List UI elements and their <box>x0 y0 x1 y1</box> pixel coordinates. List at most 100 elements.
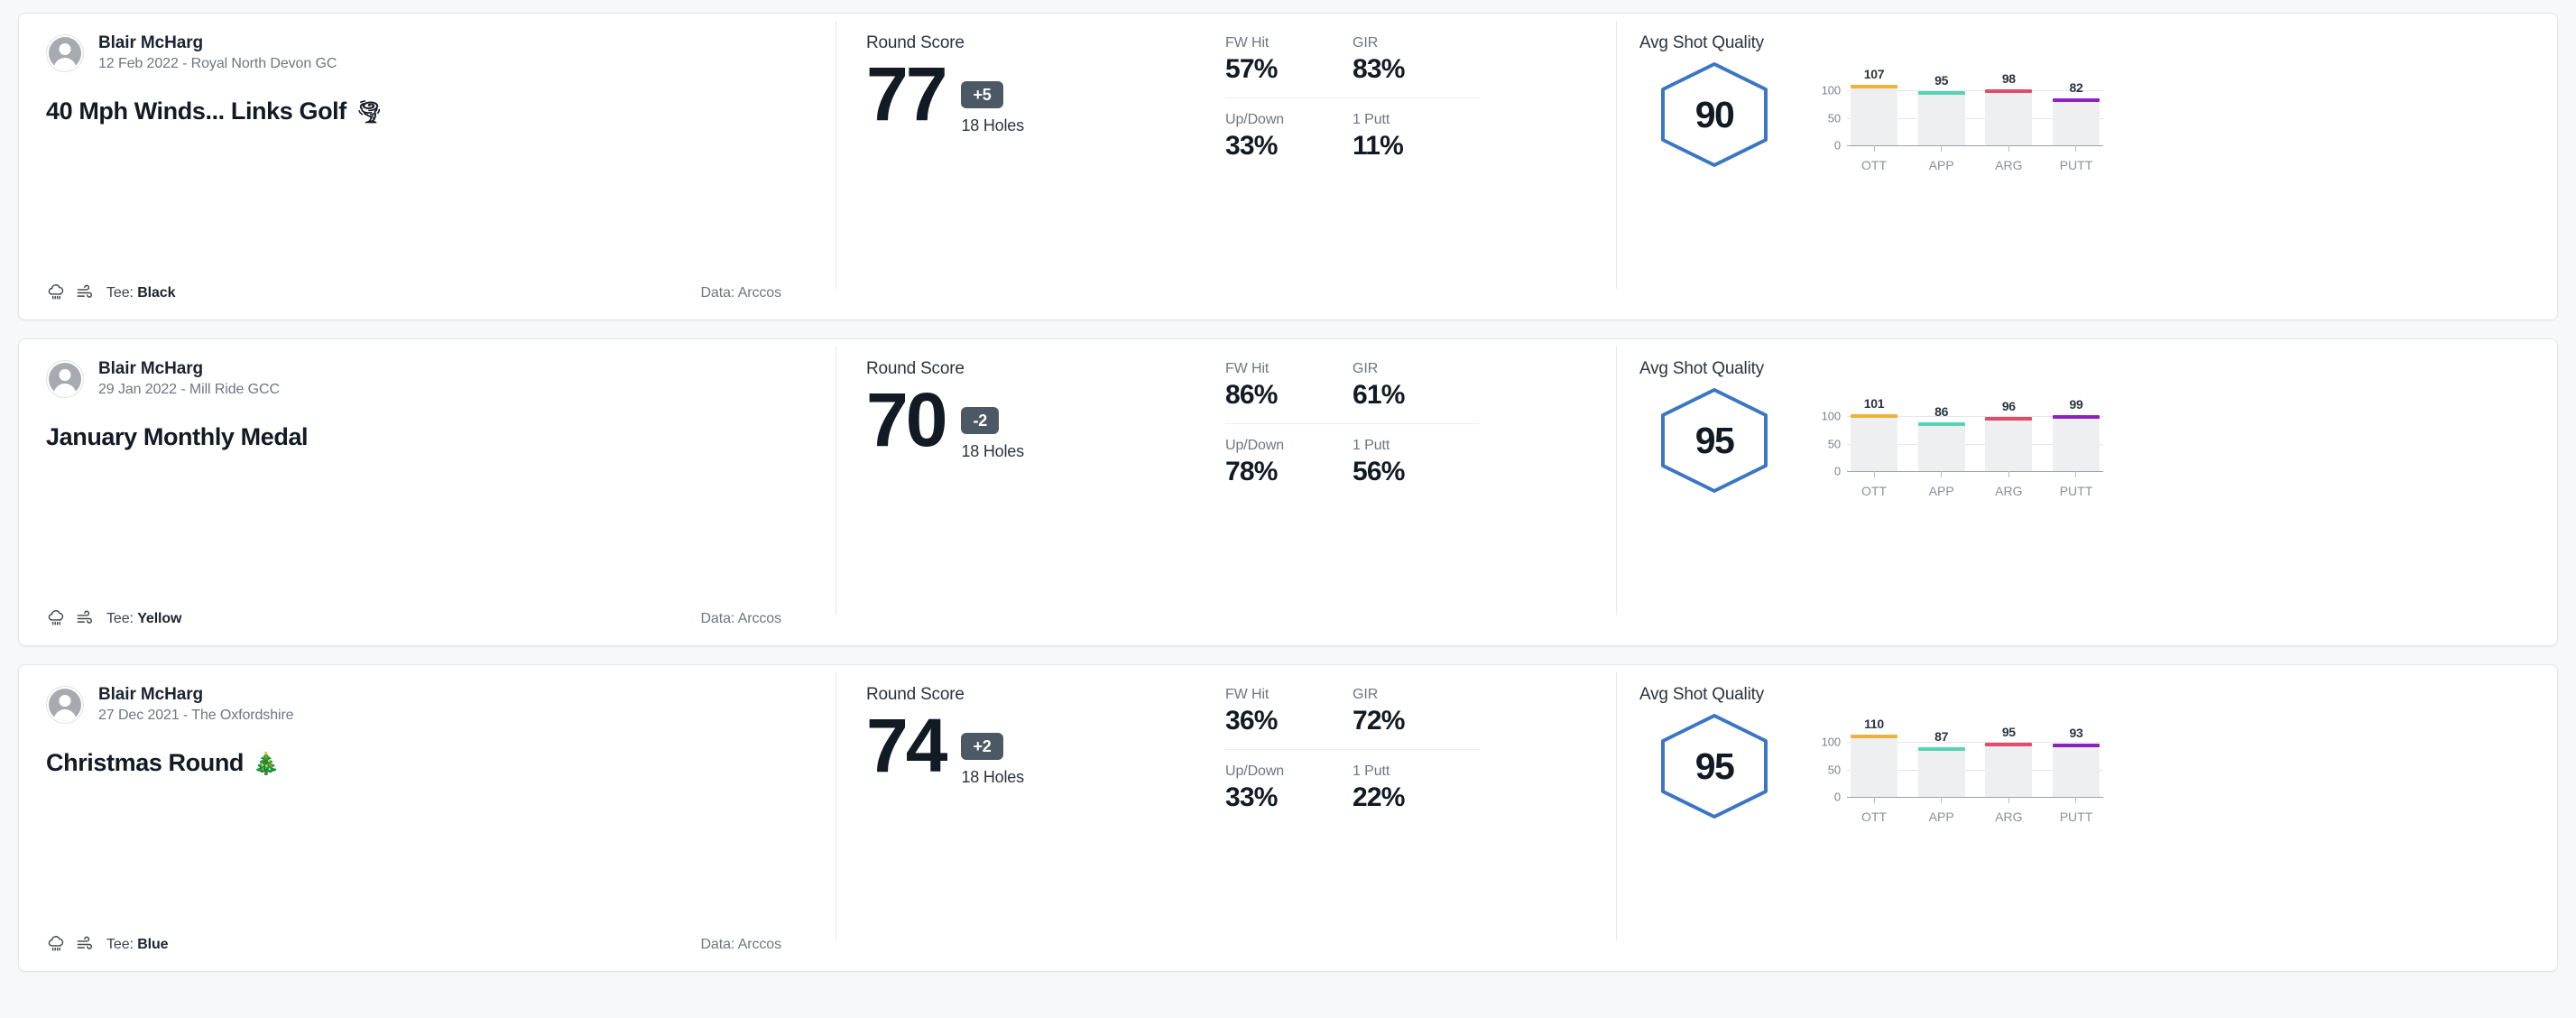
chart-plot-area: 100 50 0 107 95 98 82 <box>1822 67 2103 153</box>
stat-one-putt: 1 Putt 11% <box>1353 97 1480 161</box>
chart-plot-area: 100 50 0 110 87 95 93 <box>1822 717 2103 804</box>
chart-bar-app[interactable]: 86 <box>1917 403 1965 471</box>
chart-x-tick-ott: OTT <box>1851 471 1897 500</box>
chart-x-tick-ott: OTT <box>1851 797 1897 826</box>
chart-y-tick-label: 0 <box>1833 464 1841 478</box>
chart-bar-ott[interactable]: 107 <box>1851 67 1897 145</box>
wind-icon <box>77 284 92 298</box>
user-name[interactable]: Blair McHarg <box>98 359 280 379</box>
user-meta: Blair McHarg 12 Feb 2022 - Royal North D… <box>98 33 337 72</box>
shot-quality-chart: 100 50 0 101 86 96 99 OTT APP ARG PUTT <box>1814 386 2103 500</box>
stat-gir-value: 61% <box>1353 380 1405 410</box>
stat-fw-hit-label: FW Hit <box>1225 35 1270 51</box>
stat-up-down-label: Up/Down <box>1225 111 1285 127</box>
chart-x-tick-label: APP <box>1928 810 1954 824</box>
stat-up-down-value: 78% <box>1225 456 1278 486</box>
tick-mark <box>1873 145 1875 152</box>
avatar[interactable] <box>46 359 84 398</box>
avg-shot-quality-label: Avg Shot Quality <box>1639 33 1764 52</box>
chart-x-ticks: OTT APP ARG PUTT <box>1847 471 2103 500</box>
chart-bars: 101 86 96 99 <box>1847 396 2103 471</box>
tick-mark <box>1941 145 1943 152</box>
bar-value-label: 95 <box>1934 73 1949 88</box>
stat-up-down: Up/Down 33% <box>1225 97 1353 161</box>
chart-bar-app[interactable]: 95 <box>1917 73 1965 145</box>
chart-bar-arg[interactable]: 96 <box>1985 399 2033 471</box>
chart-x-tick-arg: ARG <box>1985 471 2032 500</box>
round-score-value: 74 <box>866 703 947 788</box>
chart-x-tick-app: APP <box>1918 797 1965 826</box>
user-row[interactable]: Blair McHarg 27 Dec 2021 - The Oxfordshi… <box>46 685 808 724</box>
stat-one-putt: 1 Putt 56% <box>1353 422 1480 486</box>
bar-track <box>1917 749 1965 797</box>
round-card[interactable]: Blair McHarg 27 Dec 2021 - The Oxfordshi… <box>18 664 2558 972</box>
stat-one-putt-label: 1 Putt <box>1353 763 1390 779</box>
data-source: Data: Arccos <box>700 937 781 953</box>
chart-x-tick-ott: OTT <box>1851 145 1897 174</box>
round-date-course: 12 Feb 2022 - Royal North Devon GC <box>98 56 337 71</box>
data-source-value: Arccos <box>737 610 781 626</box>
round-footer: Tee: Blue Data: Arccos <box>46 934 808 955</box>
stat-up-down-value: 33% <box>1225 782 1278 812</box>
round-score-label: Round Score <box>866 33 965 52</box>
chart-bar-ott[interactable]: 110 <box>1851 717 1897 797</box>
bar-cap <box>2052 744 2100 748</box>
bar-cap <box>1917 421 1965 426</box>
score-row: 74 +2 18 Holes <box>866 703 1200 788</box>
chart-bar-putt[interactable]: 93 <box>2052 726 2100 797</box>
round-title[interactable]: January Monthly Medal <box>46 423 808 451</box>
chart-bar-arg[interactable]: 95 <box>1985 725 2033 797</box>
chart-bars: 110 87 95 93 <box>1847 717 2103 797</box>
user-name[interactable]: Blair McHarg <box>98 685 293 705</box>
round-date-course: 29 Jan 2022 - Mill Ride GCC <box>98 382 280 397</box>
tick-mark <box>2075 145 2077 152</box>
condition-icons <box>46 934 96 955</box>
bar-track <box>2052 100 2100 145</box>
chart-y-tick-label: 0 <box>1833 138 1841 153</box>
avatar[interactable] <box>46 685 84 724</box>
round-title[interactable]: Christmas Round 🎄 <box>46 749 808 777</box>
score-to-par-badge: -2 <box>961 407 1000 434</box>
user-name[interactable]: Blair McHarg <box>98 33 337 53</box>
bar-track <box>1985 745 2033 797</box>
chart-bar-app[interactable]: 87 <box>1917 728 1965 797</box>
round-card[interactable]: Blair McHarg 12 Feb 2022 - Royal North D… <box>18 13 2558 320</box>
data-source-label: Data: <box>700 610 735 626</box>
chart-x-tick-label: ARG <box>1995 810 2023 824</box>
bar-cap <box>1985 743 2033 747</box>
chart-bar-putt[interactable]: 82 <box>2052 77 2100 145</box>
tee-info: Tee: Yellow <box>106 611 182 627</box>
chart-x-tick-putt: PUTT <box>2053 471 2100 500</box>
round-score-label: Round Score <box>866 685 965 704</box>
bar-value-label: 82 <box>2069 80 2083 96</box>
round-title-emoji: 🌪 <box>349 100 383 125</box>
round-title[interactable]: 40 Mph Winds... Links Golf 🌪 <box>46 97 808 125</box>
data-source-value: Arccos <box>737 284 781 301</box>
tick-mark <box>1873 471 1875 477</box>
avatar-placeholder-icon <box>49 688 81 721</box>
round-title-text: Christmas Round <box>46 749 245 776</box>
chart-y-tick-label: 100 <box>1821 735 1841 749</box>
tee-info: Tee: Black <box>106 285 176 301</box>
user-row[interactable]: Blair McHarg 12 Feb 2022 - Royal North D… <box>46 33 808 72</box>
score-to-par-badge: +5 <box>961 81 1003 108</box>
stat-fw-hit-label: FW Hit <box>1225 361 1270 376</box>
avg-quality-hexagon: 95 <box>1656 386 1773 495</box>
round-card[interactable]: Blair McHarg 29 Jan 2022 - Mill Ride GCC… <box>18 338 2558 646</box>
chart-bar-putt[interactable]: 99 <box>2052 397 2100 471</box>
stat-gir-label: GIR <box>1353 687 1379 702</box>
avatar[interactable] <box>46 33 84 72</box>
round-score-section: Round Score 70 -2 18 Holes FW Hit 86% GI… <box>836 339 1616 645</box>
bar-value-label: 95 <box>2001 725 2016 740</box>
score-block: Round Score 77 +5 18 Holes <box>866 33 1200 303</box>
round-info-section: Blair McHarg 12 Feb 2022 - Royal North D… <box>19 14 836 319</box>
tee-label: Tee: <box>106 936 134 952</box>
round-conditions: Tee: Blue <box>46 934 169 955</box>
round-score-section: Round Score 74 +2 18 Holes FW Hit 36% GI… <box>836 665 1616 971</box>
round-stats-grid: FW Hit 86% GIR 61% Up/Down 78% 1 Putt 56… <box>1225 359 1480 629</box>
user-row[interactable]: Blair McHarg 29 Jan 2022 - Mill Ride GCC <box>46 359 808 398</box>
chart-bar-arg[interactable]: 98 <box>1985 71 2033 145</box>
round-footer: Tee: Black Data: Arccos <box>46 282 808 303</box>
stat-one-putt: 1 Putt 22% <box>1353 748 1480 812</box>
chart-bar-ott[interactable]: 101 <box>1851 396 1897 471</box>
